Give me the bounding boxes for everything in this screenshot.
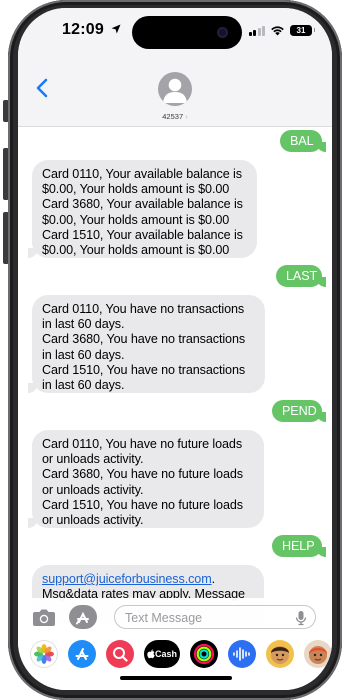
message-line: Card 3680, You have no future loads (42, 467, 243, 482)
message-line: Card 0110, You have no future loads (42, 437, 243, 451)
activity-rings-icon (193, 643, 215, 665)
person-silhouette-icon (163, 78, 187, 103)
message-outgoing-bal[interactable]: BAL (280, 130, 326, 152)
message-line: Card 0110, You have no transactions (42, 302, 245, 316)
message-line: $0.00, Your holds amount is $0.00 (42, 182, 230, 197)
battery-icon: 31 (290, 24, 315, 36)
microphone-icon (295, 611, 307, 626)
fitness-app-button[interactable] (190, 640, 218, 668)
cellular-signal-icon (248, 25, 265, 36)
message-incoming-balance[interactable]: Card 0110, Your available balance is $0.… (28, 160, 257, 258)
contact-avatar[interactable] (158, 72, 192, 106)
wifi-icon (271, 25, 284, 35)
app-store-button[interactable] (69, 605, 97, 629)
camera-lens-icon (217, 27, 228, 38)
message-text: HELP (282, 539, 315, 553)
message-line: Card 1510, You have no future loads (42, 497, 243, 512)
message-line: Card 0110, Your available balance is (42, 167, 242, 181)
chevron-left-icon (36, 78, 48, 98)
memoji-stickers-button[interactable] (304, 640, 332, 668)
message-line: Card 3680, You have no transactions (42, 332, 246, 347)
app-store-app-button[interactable] (68, 640, 96, 668)
audio-message-app-button[interactable] (228, 640, 256, 668)
camera-icon (33, 609, 55, 626)
waveform-icon (233, 647, 250, 661)
message-input-placeholder: Text Message (125, 611, 203, 625)
message-line: Card 3680, Your available balance is (42, 197, 243, 212)
apple-logo-icon (147, 649, 155, 659)
photos-app-icon (34, 644, 54, 664)
apple-cash-button[interactable]: Cash (144, 640, 180, 668)
location-arrow-icon (111, 24, 121, 34)
message-outgoing-last[interactable]: LAST (276, 265, 326, 287)
home-indicator[interactable] (120, 676, 232, 680)
message-incoming-future-loads[interactable]: Card 0110, You have no future loads or u… (28, 430, 264, 528)
battery-level: 31 (296, 25, 306, 35)
memoji-face-icon (271, 646, 289, 664)
status-time: 12:09 (62, 21, 121, 39)
dictation-button[interactable] (295, 610, 307, 631)
message-line: in last 60 days. (42, 317, 125, 332)
message-text: PEND (282, 404, 317, 418)
message-text: LAST (286, 269, 318, 283)
message-line: in last 60 days. (42, 378, 125, 393)
dynamic-island (132, 16, 242, 49)
photos-app-button[interactable] (30, 640, 58, 668)
message-line: or unloads activity. (42, 482, 144, 497)
back-button[interactable] (36, 78, 48, 103)
message-outgoing-pend[interactable]: PEND (272, 400, 326, 422)
chevron-right-icon: › (185, 112, 188, 121)
search-globe-icon (113, 647, 128, 662)
link-suffix: . (211, 572, 216, 586)
message-line: $0.00, Your holds amount is $0.00 (42, 243, 230, 258)
status-time-text: 12:09 (62, 21, 104, 38)
message-line: Card 1510, You have no transactions (42, 362, 246, 377)
app-drawer: Cash (18, 635, 332, 673)
contact-name: 42537 (162, 112, 184, 121)
message-line: in last 60 days. (42, 347, 125, 362)
phone-frame: BAL Card 0110, Your available balance is… (0, 0, 342, 700)
contact-name-row[interactable]: 42537 › (18, 112, 332, 121)
support-email-link[interactable]: support@juiceforbusiness.com (42, 572, 212, 586)
image-search-app-button[interactable] (106, 640, 134, 668)
message-incoming-transactions[interactable]: Card 0110, You have no transactions in l… (28, 295, 265, 393)
app-store-icon (76, 611, 89, 625)
message-line: or unloads activity. (42, 513, 144, 528)
message-outgoing-help[interactable]: HELP (272, 535, 326, 557)
message-line: or unloads activity. (42, 452, 144, 467)
camera-button[interactable] (32, 608, 56, 632)
message-line: $0.00, Your holds amount is $0.00 (42, 212, 230, 227)
memoji-app-button[interactable] (266, 640, 294, 668)
message-line: Card 1510, Your available balance is (42, 227, 243, 242)
message-input[interactable]: Text Message (114, 605, 316, 629)
app-store-logo-icon (75, 648, 89, 660)
status-icons: 31 (248, 23, 315, 37)
cash-label: Cash (154, 649, 177, 659)
conversation-header: 12:09 31 42537 › (18, 8, 332, 127)
message-text: BAL (290, 134, 314, 148)
memoji-stickers-icon (308, 646, 328, 664)
screen: BAL Card 0110, Your available balance is… (18, 8, 332, 690)
